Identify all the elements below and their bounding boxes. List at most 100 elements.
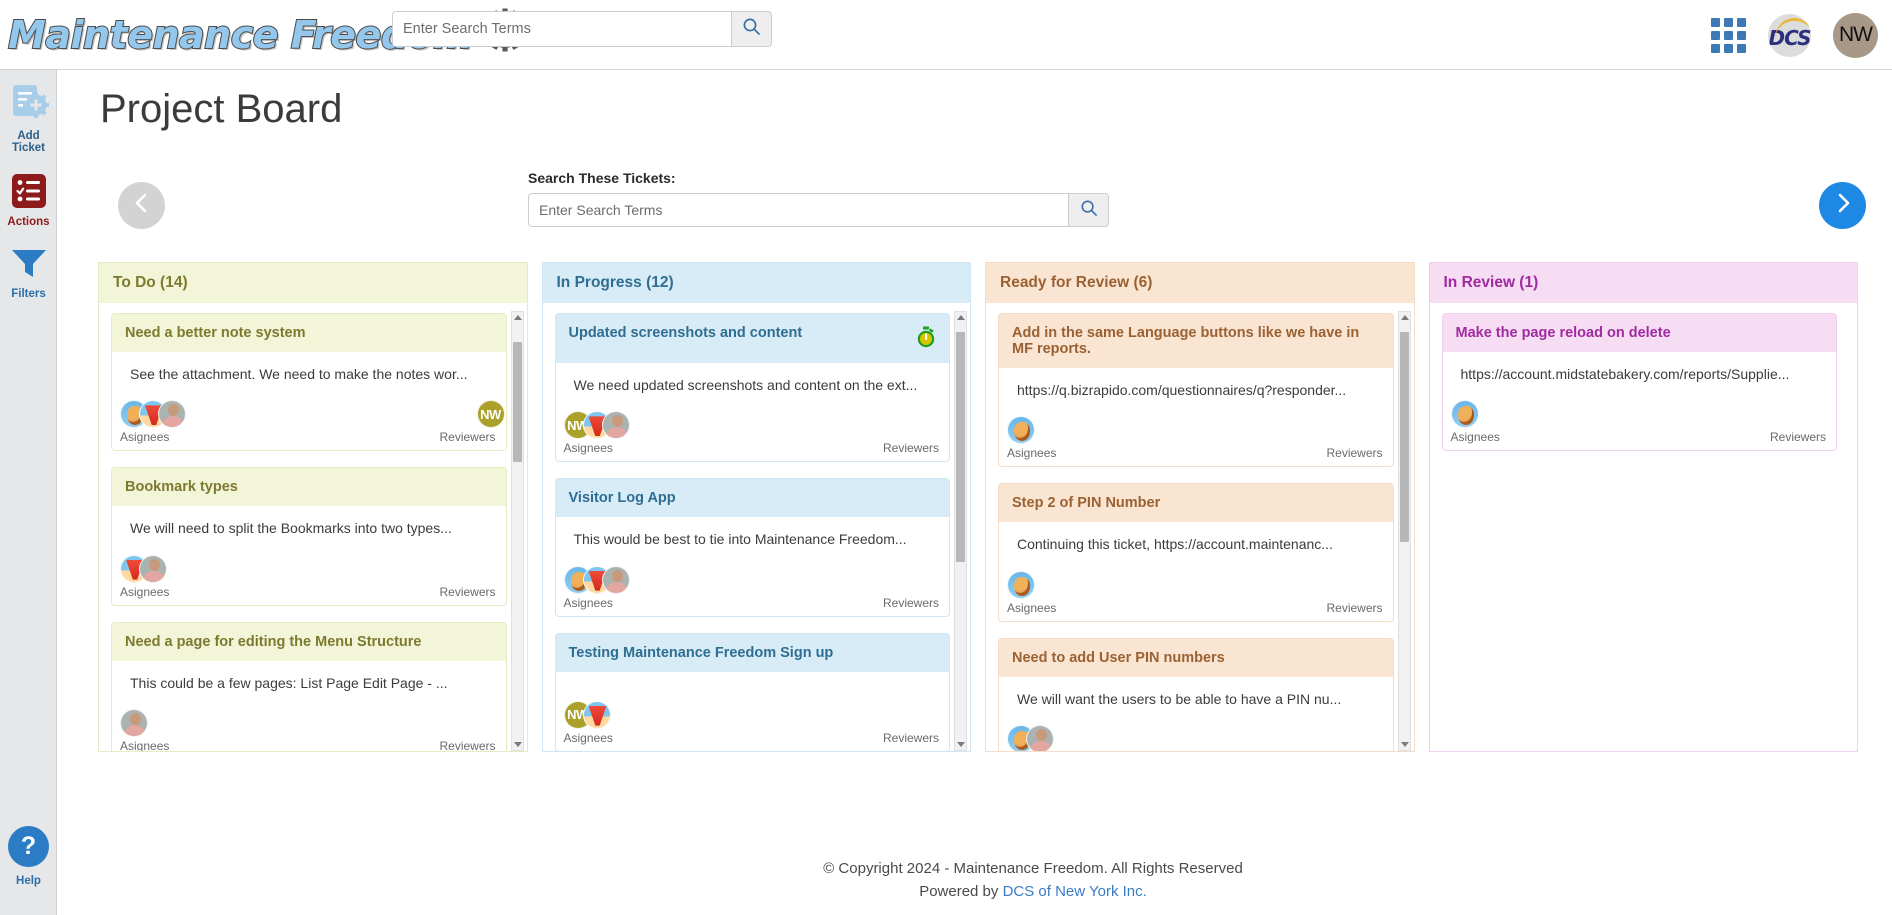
ticket-reviewers: NW Reviewers: [439, 400, 505, 444]
reviewer-avatars[interactable]: NW: [476, 400, 505, 429]
help-label: Help: [16, 875, 41, 887]
ticket-title: Make the page reload on delete: [1455, 325, 1671, 341]
sidebar-item-add-ticket[interactable]: Add Ticket: [0, 70, 57, 160]
board-next-button[interactable]: [1819, 182, 1866, 229]
sidebar-item-filters-label: Filters: [11, 288, 46, 300]
ticket-reviewers: Reviewers: [1326, 444, 1382, 460]
scrollbar-thumb[interactable]: [1399, 332, 1409, 542]
ticket-card-body: https://q.bizrapido.com/questionnaires/q…: [999, 368, 1393, 406]
scrollbar-thumb[interactable]: [512, 342, 522, 462]
help-question-icon: ?: [20, 832, 37, 860]
assignee-avatars[interactable]: NW: [563, 411, 630, 440]
chevron-right-icon: [1832, 192, 1854, 219]
ticket-card-body: We will want the users to be able to hav…: [999, 677, 1393, 715]
scroll-up-arrow-icon[interactable]: [1400, 315, 1409, 320]
scroll-down-arrow-icon[interactable]: [957, 742, 965, 747]
dcs-logo-icon[interactable]: DCS: [1768, 13, 1811, 57]
ticket-card-header: Visitor Log App: [555, 479, 949, 518]
ticket-card-body: We will need to split the Bookmarks into…: [112, 506, 506, 544]
help-button[interactable]: ?: [8, 826, 49, 867]
ticket-card[interactable]: Bookmark types We will need to split the …: [111, 467, 507, 606]
ticket-assignees: Asignees: [1007, 570, 1057, 615]
ticket-search-input[interactable]: [528, 193, 1068, 227]
ticket-title: Bookmark types: [125, 479, 238, 496]
ticket-search-button[interactable]: [1068, 193, 1109, 227]
assignee-avatars[interactable]: [1007, 416, 1035, 445]
ticket-reviewers: Reviewers: [883, 439, 939, 455]
column-scrollbar[interactable]: [954, 311, 967, 751]
ticket-description: See the attachment. We need to make the …: [130, 366, 468, 382]
ticket-description: This would be best to tie into Maintenan…: [573, 531, 907, 548]
ticket-assignees: Asignees: [1007, 724, 1056, 751]
avatar-person: [158, 400, 186, 429]
ticket-card-header: Add in the same Language buttons like we…: [999, 314, 1393, 368]
ticket-assignees: Asignees: [1450, 400, 1500, 445]
avatar-giraffe: [1450, 400, 1479, 429]
assignees-label: Asignees: [1007, 446, 1057, 461]
ticket-card[interactable]: Step 2 of PIN Number Continuing this tick…: [998, 483, 1394, 622]
scroll-down-arrow-icon[interactable]: [1400, 742, 1409, 747]
ticket-reviewers: Reviewers: [883, 729, 939, 745]
assignees-label: Asignees: [563, 730, 613, 745]
assignees-label: Asignees: [1007, 600, 1057, 615]
footer-dcs-link[interactable]: DCS of New York Inc.: [1003, 883, 1147, 900]
reviewers-label: Reviewers: [1326, 600, 1383, 615]
ticket-card[interactable]: Make the page reload on delete https://ac…: [1441, 313, 1837, 452]
assignee-avatars[interactable]: [1007, 724, 1054, 751]
assignee-avatars[interactable]: [120, 554, 167, 583]
ticket-card-footer: Asignees Reviewers: [999, 406, 1393, 466]
ticket-card[interactable]: Need to add User PIN numbers We will want…: [998, 637, 1394, 751]
column-scrollbar[interactable]: [510, 311, 524, 751]
ticket-reviewers: Reviewers: [439, 583, 495, 599]
ticket-card-footer: AsigneesReviewers: [112, 545, 506, 605]
assignee-avatars[interactable]: [1450, 400, 1479, 429]
user-avatar-initials: NW: [1839, 23, 1873, 46]
board-prev-button[interactable]: [118, 182, 165, 229]
ticket-card-body: https://account.midstatebakery.com/repor…: [1443, 352, 1837, 390]
column-header-ready: Ready for Review (6): [986, 263, 1414, 303]
ticket-reviewers: Reviewers: [1770, 428, 1826, 444]
avatar-person: [601, 411, 630, 440]
sidebar-item-filters[interactable]: Filters: [0, 234, 57, 306]
sidebar-item-actions[interactable]: Actions: [0, 160, 57, 234]
board-column-todo: To Do (14) Need a better note system See t…: [98, 262, 528, 752]
column-scrollbar[interactable]: [1397, 311, 1411, 751]
column-body-ready: Add in the same Language buttons like we…: [986, 303, 1414, 751]
ticket-card[interactable]: Need a better note system See the attachm…: [111, 313, 507, 452]
ticket-card[interactable]: Visitor Log App This would be best to tie…: [554, 478, 950, 617]
global-search: [392, 11, 772, 47]
column-body-in_progress: Updated screenshots and content We need u…: [543, 303, 971, 751]
assignee-avatars[interactable]: [120, 400, 186, 429]
global-search-input[interactable]: [392, 11, 731, 47]
stopwatch-icon[interactable]: [916, 326, 936, 352]
ticket-card-footer: AsigneesReviewers: [999, 715, 1393, 751]
ticket-card[interactable]: Updated screenshots and content We need u…: [554, 313, 950, 463]
ticket-card-footer: NW Asignees Reviewers: [556, 691, 950, 751]
ticket-title: Need a better note system: [125, 325, 306, 341]
scroll-up-arrow-icon[interactable]: [513, 315, 522, 320]
apps-grid-icon[interactable]: [1711, 17, 1746, 53]
ticket-card-footer: AsigneesReviewers: [112, 699, 506, 751]
ticket-card-body: This would be best to tie into Maintenan…: [556, 517, 950, 555]
user-avatar[interactable]: NW: [1833, 12, 1878, 58]
scrollbar-thumb[interactable]: [956, 332, 965, 562]
ticket-card-header: Bookmark types: [112, 468, 506, 507]
ticket-assignees: Asignees: [120, 400, 186, 444]
ticket-card[interactable]: Add in the same Language buttons like we…: [998, 313, 1394, 468]
assignee-avatars[interactable]: [120, 708, 148, 737]
assignee-avatars[interactable]: NW: [563, 700, 611, 729]
footer: © Copyright 2024 - Maintenance Freedom. …: [116, 858, 1892, 903]
ticket-assignees: Asignees: [1007, 416, 1056, 460]
ticket-card[interactable]: Need a page for editing the Menu Structu…: [111, 621, 507, 751]
assignees-label: Asignees: [1450, 430, 1500, 445]
ticket-description: https://account.midstatebakery.com/repor…: [1460, 366, 1790, 382]
avatar-drink: [582, 700, 611, 729]
assignee-avatars[interactable]: [1007, 570, 1035, 599]
scroll-down-arrow-icon[interactable]: [513, 742, 522, 747]
assignee-avatars[interactable]: [563, 565, 630, 594]
ticket-card[interactable]: Testing Maintenance Freedom Sign up NW Asi…: [554, 632, 950, 751]
global-search-button[interactable]: [731, 11, 772, 47]
avatar-person: [601, 565, 630, 594]
ticket-card-header: Make the page reload on delete: [1442, 314, 1836, 352]
scroll-up-arrow-icon[interactable]: [957, 315, 965, 320]
